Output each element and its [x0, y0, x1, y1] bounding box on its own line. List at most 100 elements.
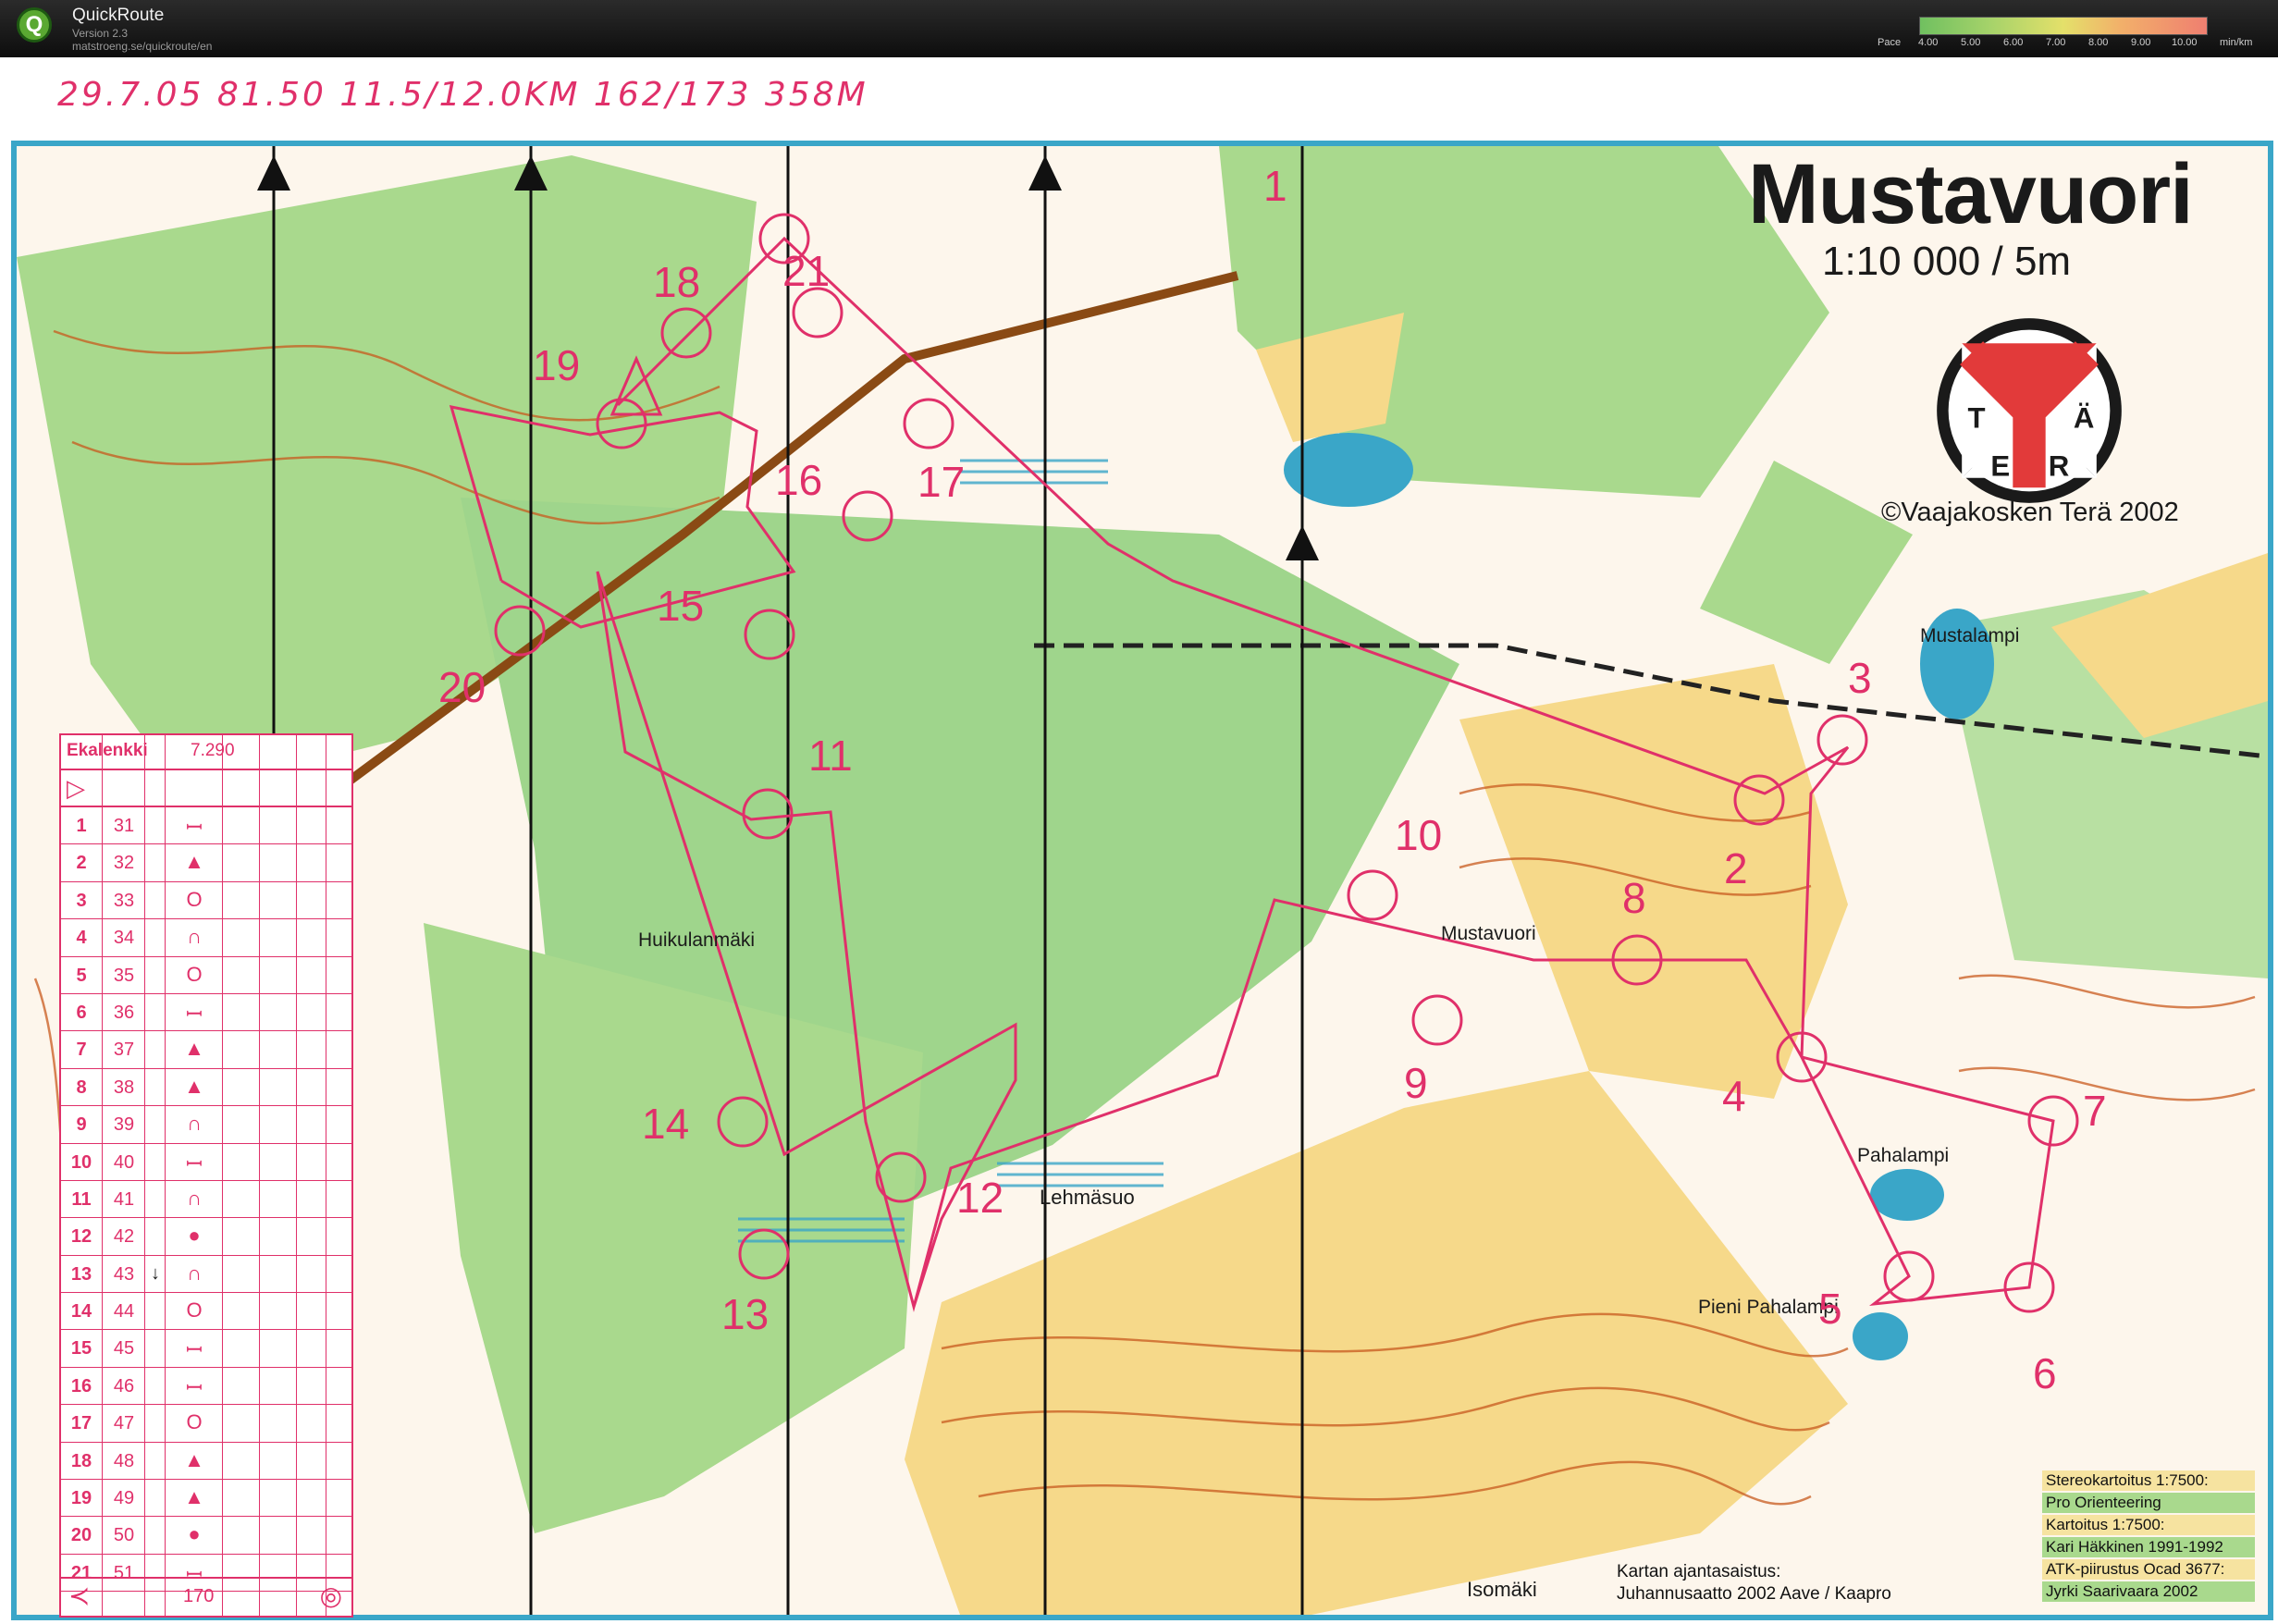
description-row: 7 37 ▲ — [61, 1031, 351, 1069]
control-sequence-number: 3 — [76, 890, 87, 911]
control-feature-icon: ▲ — [184, 1037, 204, 1061]
control-number: 18 — [653, 258, 701, 306]
control-number: 3 — [1848, 654, 1872, 702]
control-feature-icon: ▲ — [184, 850, 204, 874]
control-number: 8 — [1622, 874, 1646, 922]
credit-line: Stereokartoitus 1:7500: — [2042, 1470, 2255, 1491]
quickroute-logo-icon: Q — [17, 7, 52, 43]
control-sequence-number: 5 — [76, 965, 87, 986]
description-row: 17 47 O — [61, 1405, 351, 1443]
control-number: 7 — [2083, 1087, 2107, 1135]
control-feature-icon: ∩ — [187, 1112, 202, 1136]
pace-tick: 4.00 — [1918, 37, 1939, 48]
control-code: 35 — [113, 965, 135, 986]
description-row: 8 38 ▲ — [61, 1069, 351, 1107]
control-code: 34 — [113, 928, 135, 949]
control-code: 41 — [113, 1188, 135, 1210]
control-sequence-number: 16 — [70, 1375, 92, 1396]
control-code: 40 — [113, 1151, 135, 1173]
control-code: 31 — [113, 816, 135, 836]
description-finish-row: ≺ 170 ◎ — [61, 1577, 351, 1616]
control-number: 2 — [1724, 844, 1748, 892]
control-feature-icon: ● — [188, 1224, 201, 1248]
control-code: 46 — [113, 1375, 135, 1396]
description-row: 3 33 O — [61, 882, 351, 920]
control-feature-icon: ꟷ — [186, 1338, 203, 1362]
control-sequence-number: 6 — [76, 1002, 87, 1023]
control-feature-icon: ∩ — [187, 1186, 202, 1210]
control-code: 44 — [113, 1301, 135, 1323]
description-row: 1 31 ꟷ — [61, 807, 351, 845]
control-sequence-number: 20 — [70, 1525, 92, 1546]
description-rows: 1 31 ꟷ 2 32 ▲ 3 33 O 4 34 ∩ 5 35 O 6 36 ꟷ 7 37 ▲ 8 38 ▲ 9 39 ∩ 10 40… — [61, 807, 351, 1593]
description-row: 10 40 ꟷ — [61, 1144, 351, 1181]
control-sequence-number: 11 — [71, 1188, 92, 1210]
pace-tick: 8.00 — [2088, 37, 2109, 48]
map-title: Mustavuori — [1748, 147, 2194, 241]
control-description-sheet: Ekalenkki 7.290 ▷ 1 31 ꟷ 2 32 ▲ 3 33 O 4 34 ∩ 5 35 O 6 3… — [59, 733, 353, 1618]
control-code: 39 — [113, 1114, 135, 1136]
description-row: 4 34 ∩ — [61, 919, 351, 957]
description-row: 12 42 ● — [61, 1218, 351, 1256]
pace-tick: 9.00 — [2131, 37, 2151, 48]
control-sequence-number: 2 — [76, 853, 87, 874]
control-sequence-number: 19 — [70, 1488, 92, 1509]
description-row: 6 36 ꟷ — [61, 994, 351, 1032]
control-number: 20 — [438, 663, 486, 711]
map-terrain — [17, 146, 2268, 1615]
description-row: 13 43 ↓ ∩ — [61, 1256, 351, 1294]
pace-label: Pace — [1878, 37, 1902, 48]
app-name: QuickRoute — [72, 6, 165, 25]
control-feature-icon: O — [186, 887, 203, 911]
control-number: 6 — [2033, 1349, 2057, 1397]
app-title-bar: Q QuickRoute Version 2.3 matstroeng.se/q… — [0, 0, 2278, 57]
control-code: 49 — [113, 1488, 135, 1509]
club-logo-icon: T E R Ä — [1937, 318, 2122, 503]
club-logo-letter: E — [1990, 450, 2010, 483]
control-number: 15 — [657, 582, 705, 630]
credit-line: Kartoitus 1:7500: — [2042, 1515, 2255, 1535]
control-sequence-number: 12 — [70, 1226, 92, 1248]
place-pahalampi: Pahalampi — [1857, 1145, 1950, 1166]
description-row: 11 41 ∩ — [61, 1181, 351, 1219]
control-feature-icon: ꟷ — [186, 1002, 203, 1026]
pace-tick: 7.00 — [2046, 37, 2066, 48]
control-sequence-number: 7 — [76, 1040, 87, 1061]
control-sequence-number: 1 — [76, 816, 87, 836]
control-sequence-number: 17 — [70, 1413, 92, 1434]
description-row: 14 44 O — [61, 1293, 351, 1331]
map-update-info: Kartan ajantasaistus: Juhannusaatto 2002… — [1617, 1561, 1891, 1606]
credit-line: Kari Häkkinen 1991-1992 — [2042, 1537, 2255, 1557]
control-sequence-number: 15 — [70, 1338, 92, 1359]
description-row: 2 32 ▲ — [61, 844, 351, 882]
app-url[interactable]: matstroeng.se/quickroute/en — [72, 40, 212, 53]
app-version: Version 2.3 — [72, 27, 129, 40]
description-row: 19 49 ▲ — [61, 1480, 351, 1518]
control-number: 16 — [775, 456, 823, 504]
place-huikulanmaki: Huikulanmäki — [638, 929, 756, 951]
club-logo-letter: Ä — [2074, 402, 2095, 435]
place-mustavuori: Mustavuori — [1441, 923, 1536, 944]
control-feature-icon: ▲ — [184, 1485, 204, 1509]
description-header: Ekalenkki 7.290 — [61, 735, 351, 770]
description-row: 9 39 ∩ — [61, 1106, 351, 1144]
update-text: Juhannusaatto 2002 Aave / Kaapro — [1617, 1584, 1891, 1604]
description-start-row: ▷ — [61, 770, 351, 807]
control-number: 1 — [1263, 162, 1287, 210]
description-row: 5 35 O — [61, 957, 351, 994]
pace-tick: 6.00 — [2003, 37, 2024, 48]
control-sequence-number: 4 — [76, 928, 87, 949]
control-sequence-number: 18 — [70, 1450, 92, 1471]
handwritten-note: 29.7.05 81.50 11.5/12.0KM 162/173 358M — [57, 76, 868, 114]
control-feature-icon: ▲ — [184, 1074, 204, 1098]
finish-start-icon: ≺ — [68, 1581, 91, 1610]
control-number: 10 — [1395, 811, 1443, 859]
map-credits: Stereokartoitus 1:7500: Pro Orienteering… — [2042, 1470, 2255, 1604]
control-feature-icon: O — [186, 1410, 203, 1434]
control-feature-icon: ꟷ — [186, 1375, 203, 1399]
control-feature-icon: O — [186, 962, 203, 986]
place-mustalampi: Mustalampi — [1920, 625, 2020, 646]
control-note: ↓ — [151, 1262, 160, 1284]
control-number: 11 — [808, 732, 853, 780]
description-row: 15 45 ꟷ — [61, 1330, 351, 1368]
